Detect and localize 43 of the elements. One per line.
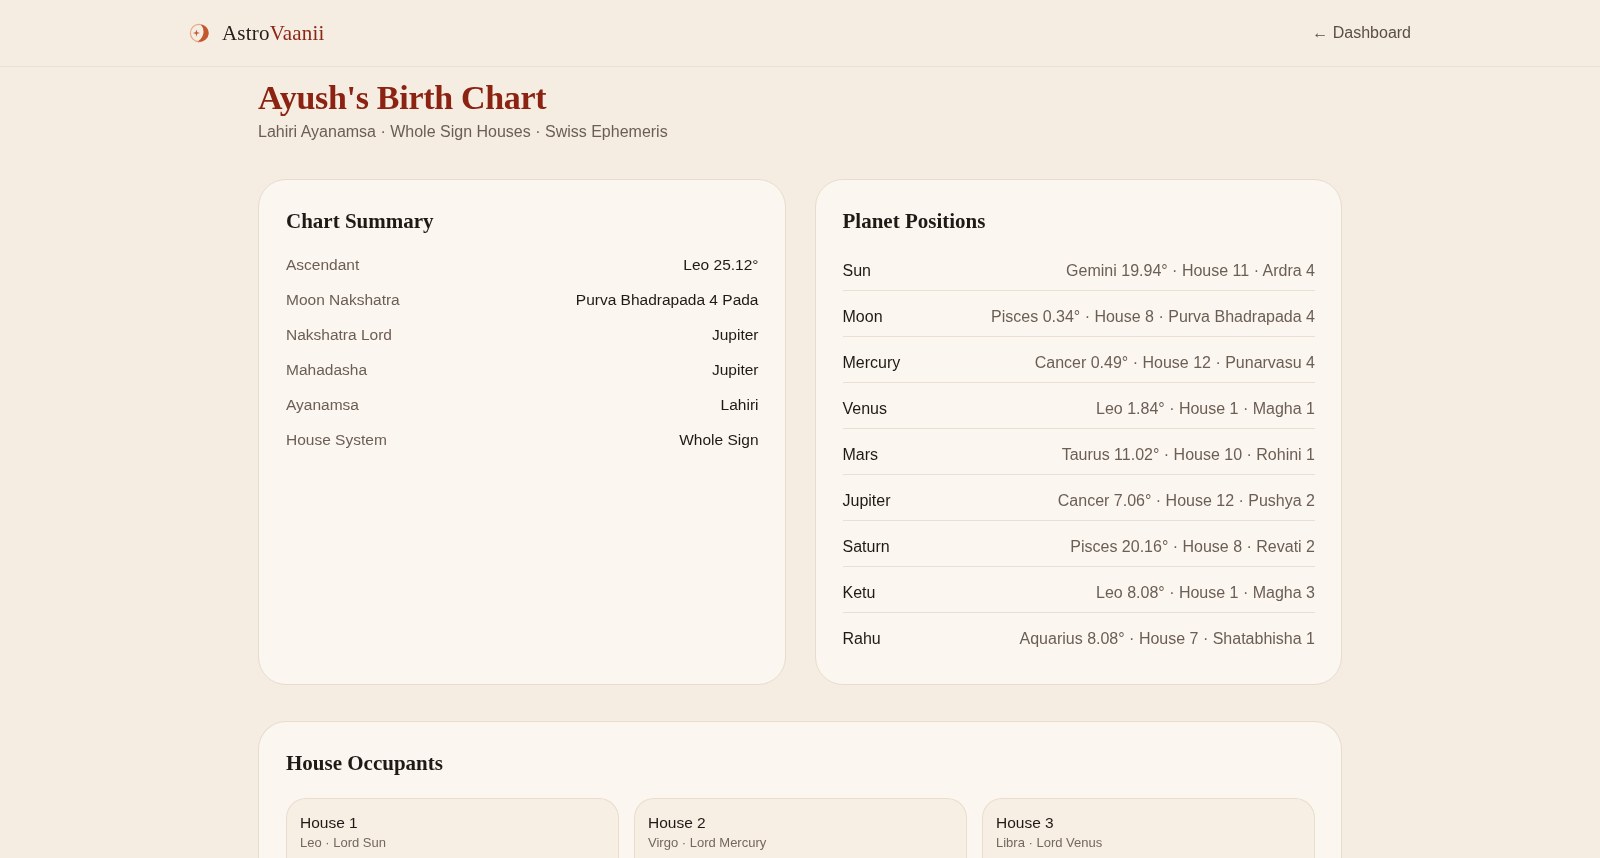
summary-value: Jupiter <box>711 360 759 379</box>
planet-details: Pisces 20.16° · House 8 · Revati 2 <box>1070 537 1315 557</box>
summary-label: Moon Nakshatra <box>286 290 400 309</box>
planet-details: Leo 8.08° · House 1 · Magha 3 <box>1096 583 1315 603</box>
card-title: Planet Positions <box>842 208 986 234</box>
planet-details: Aquarius 8.08° · House 7 · Shatabhisha 1 <box>1019 629 1315 649</box>
planet-name: Jupiter <box>842 491 891 511</box>
house-details: Virgo · Lord Mercury <box>648 834 767 852</box>
planet-details: Leo 1.84° · House 1 · Magha 1 <box>1096 399 1315 419</box>
page-title: Ayush's Birth Chart <box>258 78 547 118</box>
planet-details: Pisces 0.34° · House 8 · Purva Bhadrapada 4 <box>991 307 1315 327</box>
planet-name: Saturn <box>842 537 890 557</box>
planet-name: Moon <box>842 307 883 327</box>
card-title: Chart Summary <box>286 208 434 234</box>
summary-label: Nakshatra Lord <box>286 325 392 344</box>
summary-label: House System <box>286 430 387 449</box>
house-details: Libra · Lord Venus <box>996 834 1103 852</box>
planet-name: Venus <box>842 399 887 419</box>
summary-label: Mahadasha <box>286 360 367 379</box>
summary-value: Jupiter <box>711 325 759 344</box>
house-name: House 1 <box>300 813 358 833</box>
back-link[interactable]: ← Dashboard <box>1312 24 1411 42</box>
card-title: House Occupants <box>286 750 443 776</box>
summary-value: Leo 25.12° <box>683 255 759 274</box>
planet-name: Rahu <box>842 629 881 649</box>
planet-details: Gemini 19.94° · House 11 · Ardra 4 <box>1066 261 1315 281</box>
house-details: Leo · Lord Sun <box>300 834 386 852</box>
house-name: House 2 <box>648 813 706 833</box>
summary-value: Lahiri <box>720 395 759 414</box>
summary-label: Ayanamsa <box>286 395 359 414</box>
planet-details: Cancer 7.06° · House 12 · Pushya 2 <box>1057 491 1315 511</box>
summary-label: Ascendant <box>286 255 360 274</box>
planet-name: Mercury <box>842 353 901 373</box>
page-subtitle: Lahiri Ayanamsa · Whole Sign Houses · Swiss Ephemeris <box>258 122 668 142</box>
planet-details: Taurus 11.02° · House 10 · Rohini 1 <box>1061 445 1315 465</box>
summary-value: Purva Bhadrapada 4 Pada <box>575 290 759 309</box>
brand-name: AstroVaanii <box>222 20 325 46</box>
planet-name: Ketu <box>842 583 876 603</box>
planet-details: Cancer 0.49° · House 12 · Punarvasu 4 <box>1034 353 1315 373</box>
summary-value: Whole Sign <box>679 430 759 449</box>
house-name: House 3 <box>996 813 1054 833</box>
planet-name: Mars <box>842 445 879 465</box>
planet-name: Sun <box>842 261 871 281</box>
